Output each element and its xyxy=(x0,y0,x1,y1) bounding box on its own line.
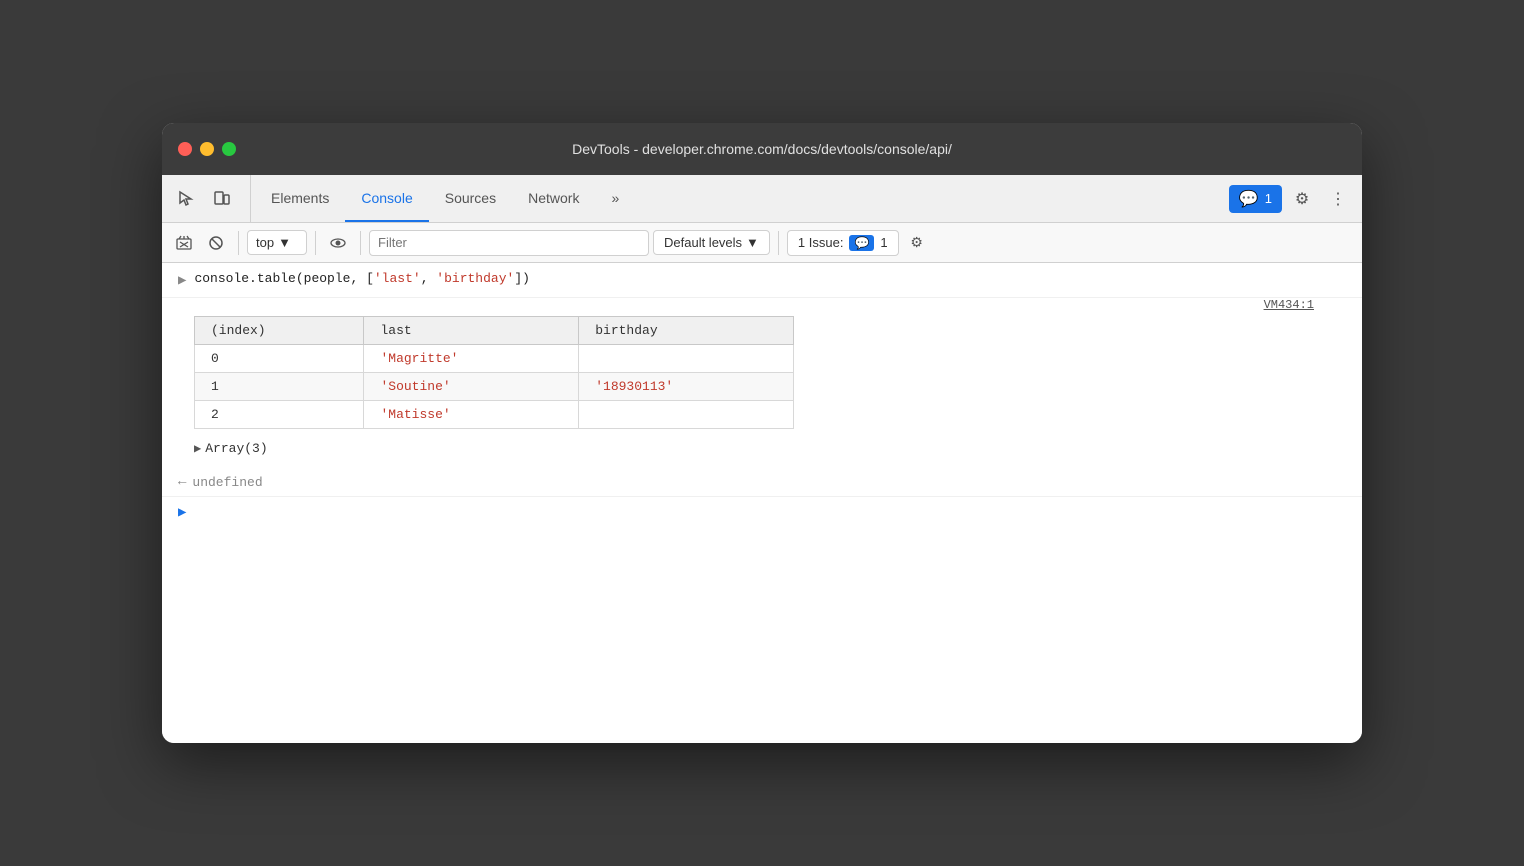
tabbar-tools xyxy=(170,175,251,222)
table-header-last: last xyxy=(364,317,579,345)
tab-sources[interactable]: Sources xyxy=(429,175,512,222)
tab-network[interactable]: Network xyxy=(512,175,595,222)
eye-button[interactable] xyxy=(324,229,352,257)
cursor-icon xyxy=(177,190,195,208)
table-cell-index: 1 xyxy=(195,373,364,401)
console-settings-button[interactable]: ⚙ xyxy=(903,229,931,257)
table-header-birthday: birthday xyxy=(579,317,794,345)
issues-count: 1 xyxy=(1265,191,1272,206)
devtools-window: DevTools - developer.chrome.com/docs/dev… xyxy=(162,123,1362,743)
tabbar-right: 💬 1 ⚙ ⋮ xyxy=(1229,175,1354,222)
settings-button[interactable]: ⚙ xyxy=(1286,183,1318,215)
vm-link-line: VM434:1 xyxy=(194,298,1346,312)
toolbar-divider-1 xyxy=(238,231,239,255)
issues-badge-button[interactable]: 💬 1 xyxy=(1229,185,1282,213)
toolbar-divider-4 xyxy=(778,231,779,255)
str-birthday: 'birthday' xyxy=(436,271,514,286)
minimize-button[interactable] xyxy=(200,142,214,156)
console-table: (index) last birthday 0'Magritte'1'Souti… xyxy=(194,316,794,429)
vm-link[interactable]: VM434:1 xyxy=(1264,298,1330,312)
console-input-line: ▶ console.table(people, ['last', 'birthd… xyxy=(162,263,1362,298)
filter-input[interactable] xyxy=(369,230,649,256)
close-button[interactable] xyxy=(178,142,192,156)
device-icon xyxy=(213,190,231,208)
tabbar: Elements Console Sources Network » 💬 1 ⚙… xyxy=(162,175,1362,223)
clear-icon xyxy=(176,235,192,251)
str-last: 'last' xyxy=(374,271,421,286)
eye-icon xyxy=(330,235,346,251)
tabs: Elements Console Sources Network » xyxy=(255,175,1229,222)
more-options-button[interactable]: ⋮ xyxy=(1322,183,1354,215)
tab-console[interactable]: Console xyxy=(345,175,428,222)
log-levels-selector[interactable]: Default levels ▼ xyxy=(653,230,770,255)
table-cell-last: 'Soutine' xyxy=(364,373,579,401)
log-levels-label: Default levels xyxy=(664,235,742,250)
issue-icon: 💬 xyxy=(849,235,874,251)
table-cell-birthday xyxy=(579,401,794,429)
console-repl-input[interactable] xyxy=(194,505,1346,520)
console-toolbar: top ▼ Default levels ▼ 1 Issue: 💬 1 ⚙ xyxy=(162,223,1362,263)
chat-icon: 💬 xyxy=(1239,189,1259,209)
array-label: Array(3) xyxy=(205,441,267,456)
left-arrow-icon: ← xyxy=(178,474,186,490)
device-toolbar-button[interactable] xyxy=(206,183,238,215)
table-cell-last: 'Magritte' xyxy=(364,345,579,373)
toolbar-divider-2 xyxy=(315,231,316,255)
log-levels-arrow: ▼ xyxy=(746,235,759,250)
toolbar-divider-3 xyxy=(360,231,361,255)
console-content: ▶ console.table(people, ['last', 'birthd… xyxy=(162,263,1362,743)
table-cell-last: 'Matisse' xyxy=(364,401,579,429)
undefined-value: undefined xyxy=(192,475,262,490)
console-command: console.table(people, ['last', 'birthday… xyxy=(194,271,529,286)
issue-button[interactable]: 1 Issue: 💬 1 xyxy=(787,230,899,256)
table-header-index: (index) xyxy=(195,317,364,345)
titlebar: DevTools - developer.chrome.com/docs/dev… xyxy=(162,123,1362,175)
array-expandable[interactable]: ▶ Array(3) xyxy=(194,437,1346,460)
window-title: DevTools - developer.chrome.com/docs/dev… xyxy=(572,141,952,157)
context-label: top xyxy=(256,235,274,250)
inspect-element-button[interactable] xyxy=(170,183,202,215)
context-selector[interactable]: top ▼ xyxy=(247,230,307,255)
clear-console-button[interactable] xyxy=(170,229,198,257)
output-area: VM434:1 (index) last birthday 0'Magritte… xyxy=(162,298,1362,468)
table-cell-index: 0 xyxy=(195,345,364,373)
issue-prefix: 1 Issue: xyxy=(798,235,844,250)
tab-elements[interactable]: Elements xyxy=(255,175,345,222)
undefined-line: ← undefined xyxy=(162,468,1362,496)
block-icon xyxy=(208,235,224,251)
expand-chevron[interactable]: ▶ xyxy=(178,272,186,289)
tab-more[interactable]: » xyxy=(595,175,635,222)
table-cell-birthday xyxy=(579,345,794,373)
input-chevron: ▶ xyxy=(178,504,186,521)
traffic-lights xyxy=(178,142,236,156)
cursor-line: ▶ xyxy=(162,496,1362,527)
issue-count: 1 xyxy=(880,235,887,250)
table-cell-index: 2 xyxy=(195,401,364,429)
table-cell-birthday: '18930113' xyxy=(579,373,794,401)
triangle-icon: ▶ xyxy=(194,441,201,456)
block-button[interactable] xyxy=(202,229,230,257)
maximize-button[interactable] xyxy=(222,142,236,156)
dropdown-arrow: ▼ xyxy=(278,235,291,250)
